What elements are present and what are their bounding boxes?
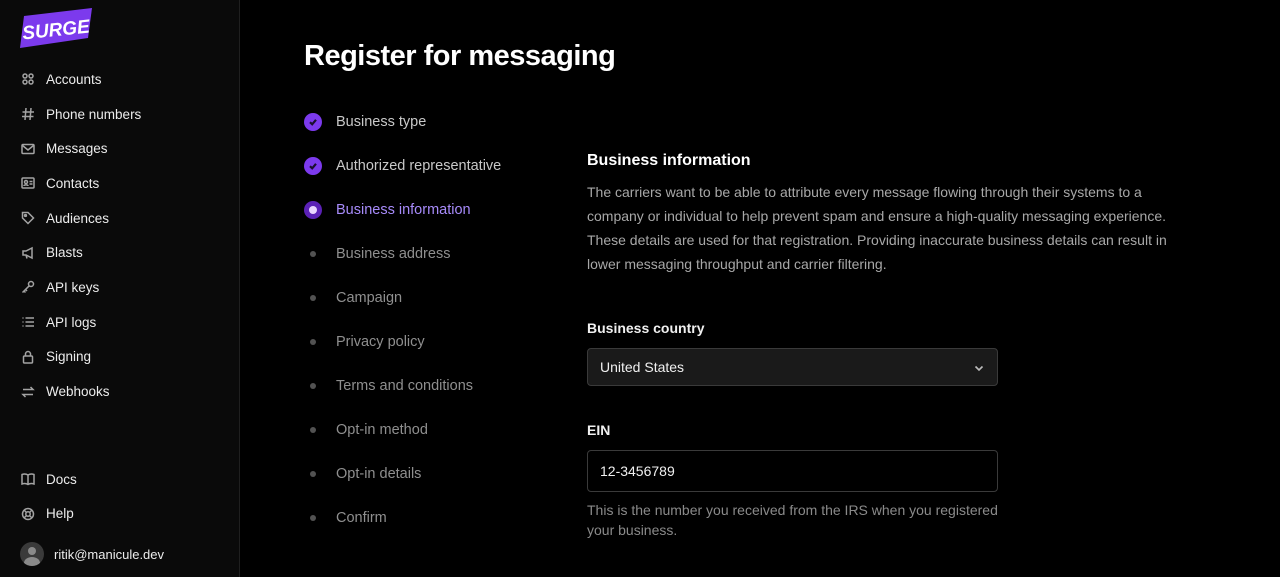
sidebar-item-blasts[interactable]: Blasts — [0, 235, 239, 270]
sidebar-item-contacts[interactable]: Contacts — [0, 166, 239, 201]
dot-icon — [304, 377, 322, 395]
step-business-information[interactable]: Business information — [304, 188, 501, 232]
dot-icon — [304, 289, 322, 307]
sidebar-item-label: Messages — [46, 141, 108, 157]
sidebar-item-label: Accounts — [46, 71, 102, 87]
envelope-icon — [20, 141, 36, 157]
step-terms-and-conditions[interactable]: Terms and conditions — [304, 364, 501, 408]
sidebar-item-messages[interactable]: Messages — [0, 131, 239, 166]
sidebar-item-api-logs[interactable]: API logs — [0, 305, 239, 340]
step-label: Opt-in details — [336, 466, 422, 482]
sidebar-item-label: Audiences — [46, 210, 110, 226]
surge-logo[interactable]: SURGE — [20, 8, 92, 48]
sidebar-item-label: Help — [46, 506, 74, 522]
sidebar-item-label: Signing — [46, 349, 92, 365]
dot-icon — [304, 333, 322, 351]
section-description: The carriers want to be able to attribut… — [587, 184, 1167, 272]
section-title: Business information — [587, 152, 751, 169]
book-icon — [20, 471, 36, 487]
sidebar-item-api-keys[interactable]: API keys — [0, 270, 239, 305]
step-label: Business address — [336, 246, 451, 262]
step-campaign[interactable]: Campaign — [304, 276, 501, 320]
step-label: Authorized representative — [336, 158, 502, 174]
business-country-select[interactable]: United States — [587, 348, 998, 386]
list-icon — [20, 314, 36, 330]
help-icon — [20, 506, 36, 522]
business-information-form: Business information The carriers want t… — [587, 152, 1207, 538]
main-content: Register for messaging Business type Aut… — [240, 0, 1280, 577]
step-privacy-policy[interactable]: Privacy policy — [304, 320, 501, 364]
sidebar-item-signing[interactable]: Signing — [0, 340, 239, 375]
sidebar-item-label: API keys — [46, 279, 100, 295]
sidebar-nav: Accounts Phone numbers Messages Contacts… — [0, 62, 239, 409]
sidebar-item-label: Docs — [46, 471, 77, 487]
sidebar-item-label: Phone numbers — [46, 106, 142, 122]
current-step-icon — [304, 201, 322, 219]
contact-card-icon — [20, 175, 36, 191]
step-opt-in-details[interactable]: Opt-in details — [304, 452, 501, 496]
dot-icon — [304, 421, 322, 439]
business-country-label: Business country — [587, 320, 705, 336]
dot-icon — [304, 245, 322, 263]
sidebar-item-phone-numbers[interactable]: Phone numbers — [0, 97, 239, 132]
sidebar-item-label: Webhooks — [46, 384, 110, 400]
step-label: Business type — [336, 114, 427, 130]
user-email: ritik@manicule.dev — [54, 546, 165, 562]
step-business-type[interactable]: Business type — [304, 100, 501, 144]
step-label: Terms and conditions — [336, 378, 474, 394]
sidebar-item-label: API logs — [46, 314, 97, 330]
sidebar-item-docs[interactable]: Docs — [0, 462, 239, 497]
chevron-down-icon — [973, 361, 985, 373]
sidebar-item-help[interactable]: Help — [0, 497, 239, 532]
ein-label: EIN — [587, 422, 611, 438]
sidebar-item-webhooks[interactable]: Webhooks — [0, 374, 239, 409]
accounts-icon — [20, 71, 36, 87]
step-label: Business information — [336, 202, 471, 218]
step-label: Campaign — [336, 290, 403, 306]
dot-icon — [304, 465, 322, 483]
check-icon — [304, 157, 322, 175]
business-country-value: United States — [600, 359, 685, 375]
step-authorized-representative[interactable]: Authorized representative — [304, 144, 501, 188]
step-opt-in-method[interactable]: Opt-in method — [304, 408, 501, 452]
step-label: Privacy policy — [336, 334, 425, 350]
user-menu[interactable]: ritik@manicule.dev — [20, 542, 164, 566]
sidebar-item-audiences[interactable]: Audiences — [0, 201, 239, 236]
step-confirm[interactable]: Confirm — [304, 496, 501, 540]
sidebar-item-accounts[interactable]: Accounts — [0, 62, 239, 97]
ein-help-text: This is the number you received from the… — [587, 502, 998, 538]
step-label: Opt-in method — [336, 422, 428, 438]
dot-icon — [304, 509, 322, 527]
hash-icon — [20, 106, 36, 122]
step-business-address[interactable]: Business address — [304, 232, 501, 276]
sidebar-item-label: Blasts — [46, 245, 83, 261]
arrows-exchange-icon — [20, 384, 36, 400]
page-title: Register for messaging — [304, 40, 616, 72]
avatar — [20, 542, 44, 566]
check-icon — [304, 113, 322, 131]
step-label: Confirm — [336, 510, 387, 526]
sidebar: SURGE Accounts Phone numbers Messages Co… — [0, 0, 240, 577]
lock-icon — [20, 349, 36, 365]
ein-input[interactable] — [587, 450, 998, 492]
tag-icon — [20, 210, 36, 226]
sidebar-item-label: Contacts — [46, 175, 100, 191]
key-icon — [20, 279, 36, 295]
sidebar-bottom-nav: Docs Help — [0, 462, 239, 531]
megaphone-icon — [20, 245, 36, 261]
step-list: Business type Authorized representative … — [304, 100, 501, 540]
